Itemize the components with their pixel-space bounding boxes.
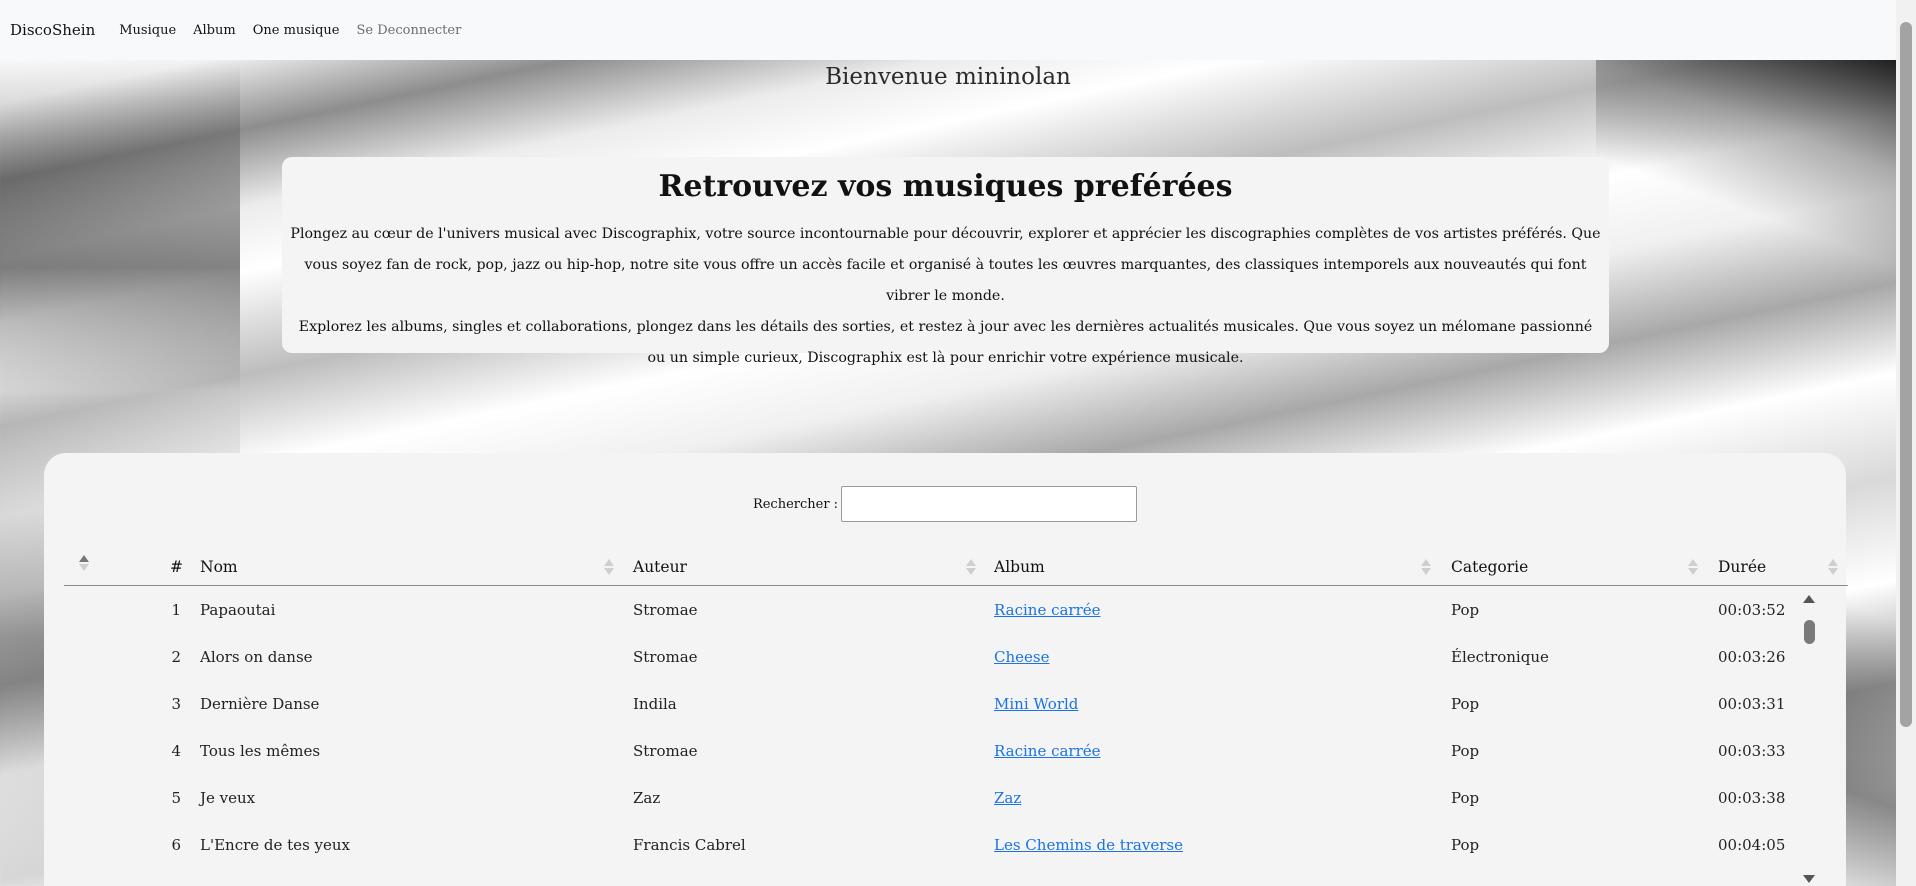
cell-auteur: Stromae (633, 648, 698, 666)
table-row: 1 Papaoutai Stromae Racine carrée Pop 00… (64, 594, 1822, 641)
cell-nom: Alors on danse (200, 648, 313, 666)
cell-album: Les Chemins de traverse (994, 829, 1183, 876)
album-link[interactable]: Racine carrée (994, 601, 1101, 619)
column-header-album[interactable]: Album (994, 550, 1045, 585)
cell-duree: 00:03:26 (1718, 648, 1786, 666)
cell-album: Cheese (994, 641, 1049, 688)
sort-categorie-icon[interactable] (1688, 557, 1698, 577)
welcome-heading: Bienvenue mininolan (825, 64, 1071, 90)
table-row: 6 L'Encre de tes yeux Francis Cabrel Les… (64, 829, 1822, 876)
search-input[interactable] (841, 486, 1138, 522)
navbar: DiscoShein Musique Album One musique Se … (0, 0, 1896, 60)
column-header-nom[interactable]: Nom (200, 550, 238, 585)
intro-paragraph-2-text: Explorez les albums, singles et collabor… (298, 319, 1593, 366)
table-row: 4 Tous les mêmes Stromae Racine carrée P… (64, 735, 1822, 782)
scroll-down-icon[interactable] (1803, 875, 1815, 883)
album-link[interactable]: Cheese (994, 648, 1049, 666)
cell-nom: Papaoutai (200, 601, 276, 619)
cell-categorie: Électronique (1451, 648, 1549, 666)
search-label: Rechercher : (752, 496, 839, 512)
column-header-auteur[interactable]: Auteur (633, 550, 687, 585)
album-link[interactable]: Les Chemins de traverse (994, 836, 1183, 854)
cell-duree: 00:03:52 (1718, 601, 1786, 619)
sort-auteur-icon[interactable] (966, 557, 976, 577)
column-header-categorie[interactable]: Categorie (1451, 550, 1528, 585)
table-header: # Nom Auteur Album Categorie Durée (64, 550, 1848, 586)
album-link[interactable]: Mini World (994, 695, 1078, 713)
column-header-num[interactable]: # (170, 550, 183, 585)
cell-nom: L'Encre de tes yeux (200, 836, 350, 854)
intro-paragraph-1: Plongez au cœur de l'univers musical ave… (288, 219, 1603, 374)
cell-categorie: Pop (1451, 695, 1480, 713)
nav-link-one-musique[interactable]: One musique (253, 23, 340, 38)
album-link[interactable]: Racine carrée (994, 742, 1101, 760)
cell-auteur: Stromae (633, 601, 698, 619)
cell-nom: Tous les mêmes (200, 742, 321, 760)
cell-num: 5 (171, 789, 181, 807)
table-body: 1 Papaoutai Stromae Racine carrée Pop 00… (64, 594, 1822, 876)
table-scrollbar-thumb[interactable] (1804, 620, 1815, 644)
scroll-up-icon[interactable] (1803, 595, 1815, 603)
cell-album: Zaz (994, 782, 1021, 829)
cell-categorie: Pop (1451, 836, 1480, 854)
search-row: Rechercher : (44, 486, 1846, 522)
nav-link-musique[interactable]: Musique (119, 23, 176, 38)
sort-duree-icon[interactable] (1828, 557, 1838, 577)
sort-album-icon[interactable] (1421, 557, 1431, 577)
cell-duree: 00:03:33 (1718, 742, 1786, 760)
table-row: 5 Je veux Zaz Zaz Pop 00:03:38 (64, 782, 1822, 829)
table-row: 3 Dernière Danse Indila Mini World Pop 0… (64, 688, 1822, 735)
cell-nom: Dernière Danse (200, 695, 320, 713)
window-scrollbar-thumb[interactable] (1900, 22, 1912, 727)
cell-duree: 00:03:38 (1718, 789, 1786, 807)
cell-nom: Je veux (200, 789, 256, 807)
intro-paragraph-1-text: Plongez au cœur de l'univers musical ave… (290, 226, 1601, 304)
cell-categorie: Pop (1451, 742, 1480, 760)
cell-duree: 00:04:05 (1718, 836, 1786, 854)
sort-nom-icon[interactable] (604, 557, 614, 577)
cell-num: 3 (171, 695, 181, 713)
music-table-card: Rechercher : # Nom Auteur Album Categori… (44, 453, 1848, 886)
nav-link-album[interactable]: Album (193, 23, 236, 38)
cell-album: Mini World (994, 688, 1078, 735)
cell-num: 4 (171, 742, 181, 760)
brand-link[interactable]: DiscoShein (10, 21, 95, 39)
intro-title: Retrouvez vos musiques preférées (658, 169, 1233, 204)
column-header-duree[interactable]: Durée (1718, 550, 1766, 585)
cell-num: 1 (171, 601, 181, 619)
nav-link-logout[interactable]: Se Deconnecter (357, 23, 462, 38)
album-link[interactable]: Zaz (994, 789, 1021, 807)
window-scrollbar[interactable] (1896, 0, 1916, 886)
table-row: 2 Alors on danse Stromae Cheese Électron… (64, 641, 1822, 688)
cell-album: Racine carrée (994, 735, 1101, 782)
sort-index-icon[interactable] (79, 553, 89, 573)
table-scrollbar[interactable] (1796, 594, 1822, 886)
cell-categorie: Pop (1451, 601, 1480, 619)
cell-album: Racine carrée (994, 594, 1101, 641)
cell-auteur: Zaz (633, 789, 661, 807)
intro-card: Retrouvez vos musiques preférées Plongez… (282, 157, 1609, 366)
cell-categorie: Pop (1451, 789, 1480, 807)
cell-auteur: Stromae (633, 742, 698, 760)
cell-num: 6 (171, 836, 181, 854)
cell-num: 2 (171, 648, 181, 666)
cell-auteur: Indila (633, 695, 677, 713)
cell-auteur: Francis Cabrel (633, 836, 746, 854)
cell-duree: 00:03:31 (1718, 695, 1786, 713)
